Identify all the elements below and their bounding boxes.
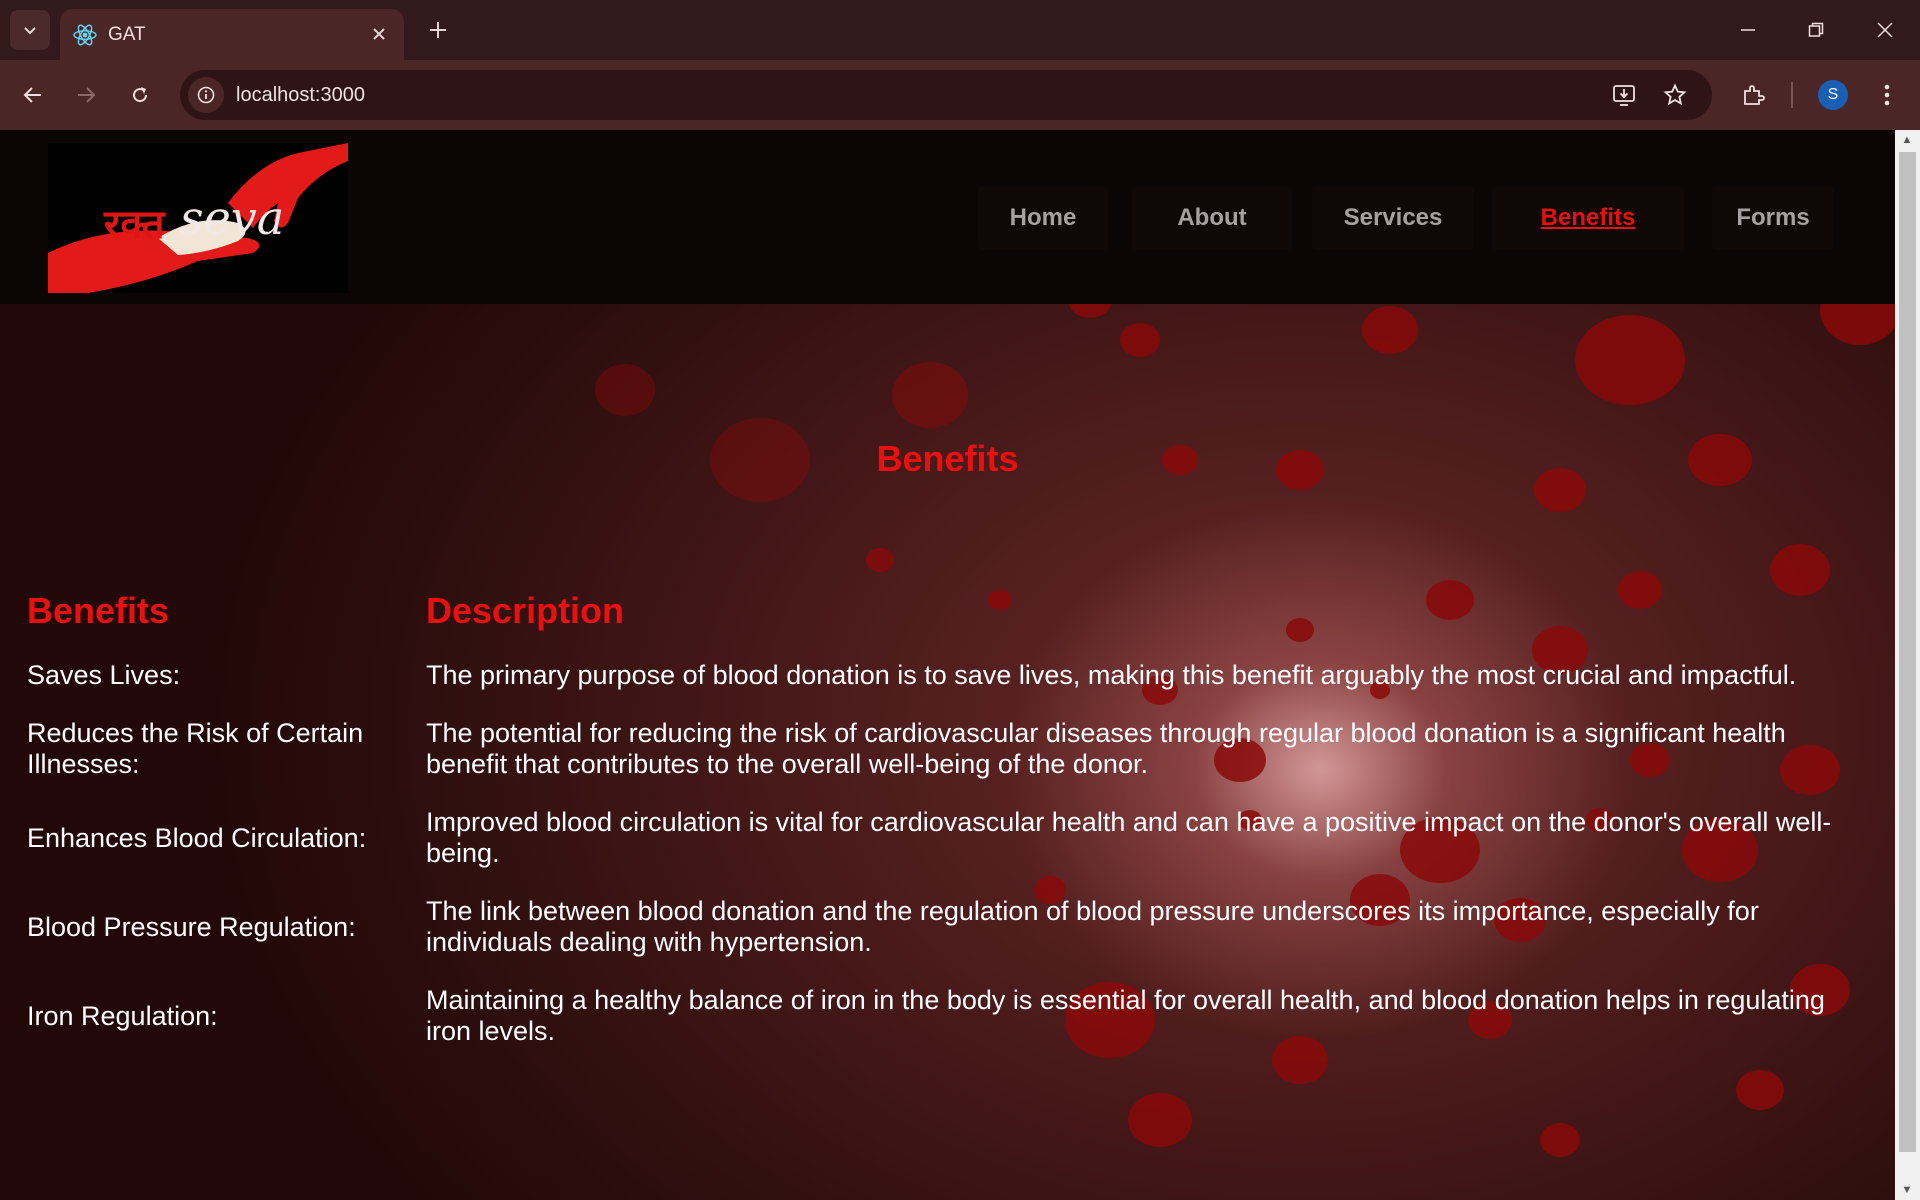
restore-icon[interactable] <box>1793 8 1839 52</box>
address-bar[interactable]: localhost:3000 <box>180 70 1712 120</box>
browser-tab-bar: GAT <box>0 0 1920 61</box>
browser-toolbar: localhost:3000 S <box>0 60 1920 130</box>
toolbar-divider <box>1791 82 1793 108</box>
page-title: Benefits <box>876 438 1019 479</box>
logo-text: seva <box>180 191 285 245</box>
table-cell-description: The primary purpose of blood donation is… <box>426 660 1797 690</box>
table-cell-description: The link between blood donation and the … <box>426 896 1759 957</box>
back-icon[interactable] <box>11 73 55 117</box>
logo-devanagari-text: रक्त <box>104 202 165 248</box>
site-logo[interactable]: रक्त seva <box>48 143 348 293</box>
more-menu-icon[interactable] <box>1870 78 1904 112</box>
site-header: रक्त seva Home About Services Benefits F… <box>0 130 1895 304</box>
avatar[interactable]: S <box>1818 80 1848 110</box>
browser-tab[interactable]: GAT <box>60 9 404 61</box>
star-icon[interactable] <box>1660 80 1690 110</box>
site-info-icon[interactable] <box>188 77 224 113</box>
plus-icon[interactable] <box>420 12 456 48</box>
url-text: localhost:3000 <box>236 84 365 106</box>
close-icon[interactable] <box>364 19 394 49</box>
table-cell-benefit: Saves Lives: <box>27 660 181 690</box>
table-header-benefits: Benefits <box>27 590 170 631</box>
table-cell-benefit: Iron Regulation: <box>27 1000 218 1031</box>
reload-icon[interactable] <box>118 73 162 117</box>
react-favicon-icon <box>72 22 98 48</box>
table-cell-description: The potential for reducing the risk of c… <box>426 718 1786 779</box>
table-cell-benefit: Reduces the Risk of Certain Illnesses: <box>27 718 364 779</box>
nav-services[interactable]: Services <box>1312 186 1474 250</box>
table-cell-description: Improved blood circulation is vital for … <box>426 807 1832 868</box>
scroll-up-icon[interactable]: ▲ <box>1901 134 1913 146</box>
nav-home[interactable]: Home <box>978 186 1108 250</box>
extensions-icon[interactable] <box>1736 78 1770 112</box>
page-viewport: रक्त seva Home About Services Benefits F… <box>0 130 1895 1200</box>
nav-about[interactable]: About <box>1132 186 1292 250</box>
table-cell-description: Maintaining a healthy balance of iron in… <box>426 985 1825 1046</box>
nav-benefits[interactable]: Benefits <box>1492 186 1684 250</box>
scroll-down-icon[interactable]: ▼ <box>1901 1184 1913 1196</box>
table-header-description: Description <box>426 590 625 631</box>
tab-title: GAT <box>108 24 146 45</box>
window-close-icon[interactable] <box>1862 8 1908 52</box>
install-app-icon[interactable] <box>1610 80 1640 110</box>
table-cell-benefit: Blood Pressure Regulation: <box>27 911 356 942</box>
vertical-scrollbar[interactable]: ▲ ▼ <box>1895 130 1920 1200</box>
nav-forms[interactable]: Forms <box>1712 186 1834 250</box>
scrollbar-thumb[interactable] <box>1899 152 1916 1152</box>
minimize-icon[interactable] <box>1725 8 1771 52</box>
tab-search-icon[interactable] <box>10 10 50 50</box>
table-cell-benefit: Enhances Blood Circulation: <box>27 822 367 853</box>
forward-icon[interactable] <box>64 73 108 117</box>
